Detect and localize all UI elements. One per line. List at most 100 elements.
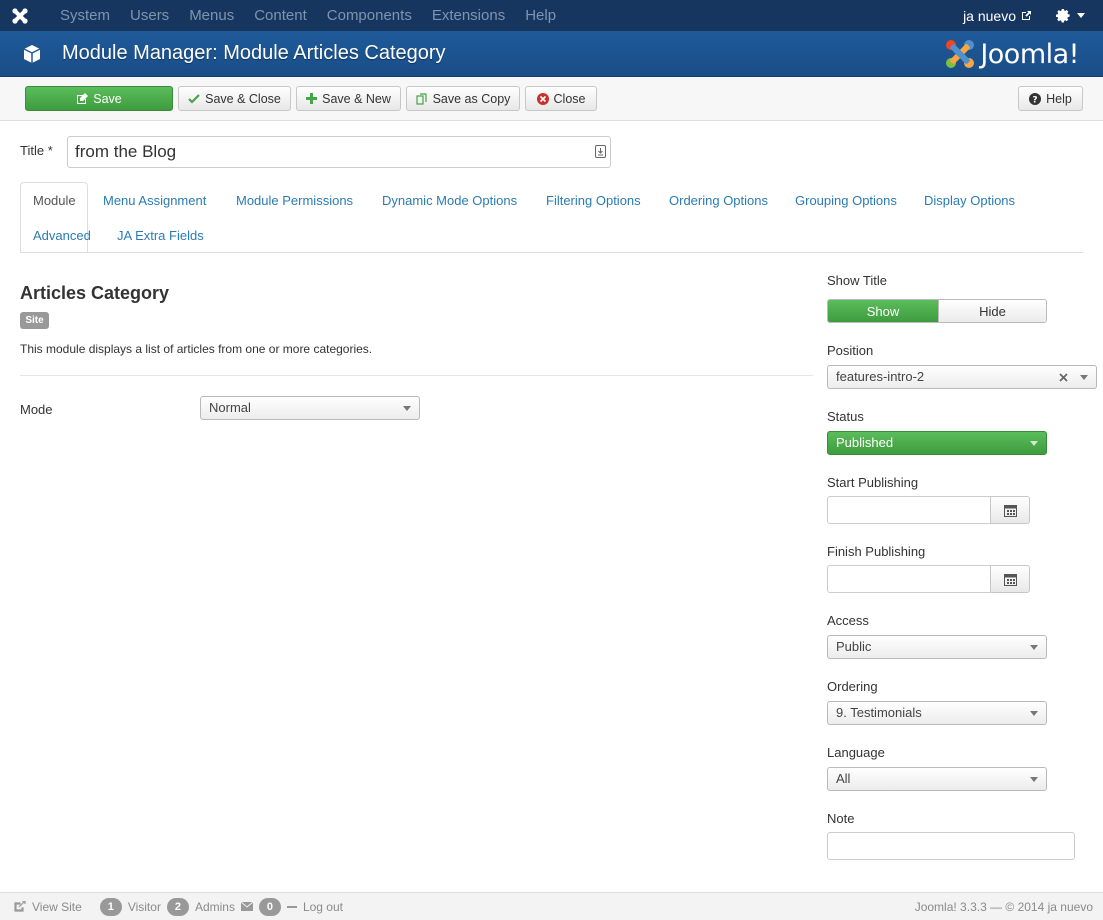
save-close-button[interactable]: Save & Close xyxy=(178,86,291,111)
envelope-icon xyxy=(240,902,253,911)
access-select[interactable]: Public xyxy=(827,635,1047,659)
tab-filtering-options[interactable]: Filtering Options xyxy=(546,193,641,208)
top-navbar: System Users Menus Content Components Ex… xyxy=(0,0,1103,31)
show-button[interactable]: Show xyxy=(828,300,938,322)
menu-system[interactable]: System xyxy=(40,0,120,31)
note-input[interactable] xyxy=(827,832,1075,860)
save-copy-button[interactable]: Save as Copy xyxy=(406,86,520,111)
position-select-value: features-intro-2 xyxy=(836,369,925,384)
logout-link[interactable]: Log out xyxy=(303,900,343,914)
minus-icon xyxy=(286,905,297,908)
tab-grouping-options[interactable]: Grouping Options xyxy=(795,193,897,208)
hide-button[interactable]: Hide xyxy=(938,300,1046,322)
tab-module-permissions[interactable]: Module Permissions xyxy=(236,193,353,208)
tab-advanced[interactable]: Advanced xyxy=(33,228,91,243)
menu-help[interactable]: Help xyxy=(515,0,566,31)
joomla-logo-text: Joomla! xyxy=(980,38,1079,70)
toolbar: Save Save & Close Save & New Save as Cop… xyxy=(0,77,1103,121)
start-publishing-label: Start Publishing xyxy=(827,475,919,490)
check-icon xyxy=(188,93,200,104)
status-select[interactable]: Published xyxy=(827,431,1047,455)
start-calendar-button[interactable] xyxy=(990,496,1030,524)
access-label: Access xyxy=(827,613,869,628)
caret-down-icon xyxy=(403,406,411,411)
language-select-value: All xyxy=(836,771,851,786)
close-button[interactable]: Close xyxy=(525,86,597,111)
status-label: Status xyxy=(827,409,864,424)
page-title: Module Manager: Module Articles Category xyxy=(62,42,446,64)
finish-publishing-label: Finish Publishing xyxy=(827,544,926,559)
caret-down-icon xyxy=(1080,375,1088,380)
access-select-value: Public xyxy=(836,639,872,654)
plus-icon xyxy=(306,93,318,104)
language-select[interactable]: All xyxy=(827,767,1047,791)
main-menu: System Users Menus Content Components Ex… xyxy=(40,0,566,31)
input-addon-icon xyxy=(595,145,606,158)
title-label: Title * xyxy=(20,143,53,158)
message-count-badge[interactable]: 0 xyxy=(258,897,281,916)
start-publishing-input[interactable] xyxy=(827,496,991,524)
ordering-select[interactable]: 9. Testimonials xyxy=(827,701,1047,725)
save-new-label: Save & New xyxy=(322,91,391,106)
calendar-icon xyxy=(1003,504,1017,517)
joomla-menu-icon[interactable] xyxy=(0,0,40,31)
mode-label: Mode xyxy=(20,402,53,417)
language-label: Language xyxy=(827,745,885,760)
user-menu-dropdown[interactable] xyxy=(1056,8,1085,23)
caret-down-icon xyxy=(1030,711,1038,716)
admins-label: Admins xyxy=(194,899,235,914)
save-new-button[interactable]: Save & New xyxy=(296,86,401,111)
module-description: This module displays a list of articles … xyxy=(20,342,373,356)
visitor-count-badge: 1 xyxy=(99,897,122,916)
mode-select-value: Normal xyxy=(209,400,251,415)
tab-module[interactable]: Module xyxy=(33,193,76,208)
status-footer: View Site 1 Visitor 2 Admins 0 Log out J… xyxy=(0,892,1103,920)
external-link-icon xyxy=(1022,11,1031,20)
menu-content[interactable]: Content xyxy=(244,0,317,31)
clear-icon[interactable] xyxy=(1059,373,1068,382)
tab-menu-assignment[interactable]: Menu Assignment xyxy=(103,193,206,208)
gear-icon xyxy=(1056,8,1070,23)
cube-icon xyxy=(22,44,50,64)
position-select[interactable]: features-intro-2 xyxy=(827,365,1097,389)
close-label: Close xyxy=(553,91,586,106)
finish-calendar-button[interactable] xyxy=(990,565,1030,593)
save-copy-label: Save as Copy xyxy=(432,91,511,106)
caret-down-icon xyxy=(1030,441,1038,446)
show-title-toggle: Show Hide xyxy=(827,299,1047,323)
view-site-link[interactable]: View Site xyxy=(32,900,82,914)
note-label: Note xyxy=(827,811,855,826)
finish-publishing-input[interactable] xyxy=(827,565,991,593)
menu-components[interactable]: Components xyxy=(317,0,422,31)
tab-ordering-options[interactable]: Ordering Options xyxy=(669,193,768,208)
question-icon: ? xyxy=(1029,92,1042,105)
mode-select[interactable]: Normal xyxy=(200,396,420,420)
menu-menus[interactable]: Menus xyxy=(179,0,244,31)
joomla-logo: Joomla! xyxy=(944,38,1079,70)
help-button[interactable]: ? Help xyxy=(1018,86,1083,111)
site-link[interactable]: ja nuevo xyxy=(963,8,1032,24)
caret-down-icon xyxy=(1030,777,1038,782)
cancel-icon xyxy=(536,92,549,105)
save-label: Save xyxy=(93,91,122,106)
tab-ja-extra-fields[interactable]: JA Extra Fields xyxy=(117,228,204,243)
edit-icon xyxy=(77,92,89,104)
tab-dynamic-mode-options[interactable]: Dynamic Mode Options xyxy=(382,193,517,208)
ordering-label: Ordering xyxy=(827,679,878,694)
menu-extensions[interactable]: Extensions xyxy=(422,0,515,31)
title-input[interactable] xyxy=(67,136,611,168)
position-label: Position xyxy=(827,343,874,358)
site-name: ja nuevo xyxy=(963,7,1016,24)
version-info: Joomla! 3.3.3 — © 2014 ja nuevo xyxy=(914,900,1093,914)
save-close-label: Save & Close xyxy=(205,91,281,106)
caret-down-icon xyxy=(1030,645,1038,650)
save-button[interactable]: Save xyxy=(25,86,173,111)
copy-icon xyxy=(415,92,427,105)
page-header: Module Manager: Module Articles Category… xyxy=(0,31,1103,77)
site-badge: Site xyxy=(20,312,49,329)
view-site-icon xyxy=(14,901,26,912)
menu-users[interactable]: Users xyxy=(120,0,179,31)
admin-count-badge: 2 xyxy=(166,897,189,916)
tab-display-options[interactable]: Display Options xyxy=(924,193,1015,208)
calendar-icon xyxy=(1003,573,1017,586)
